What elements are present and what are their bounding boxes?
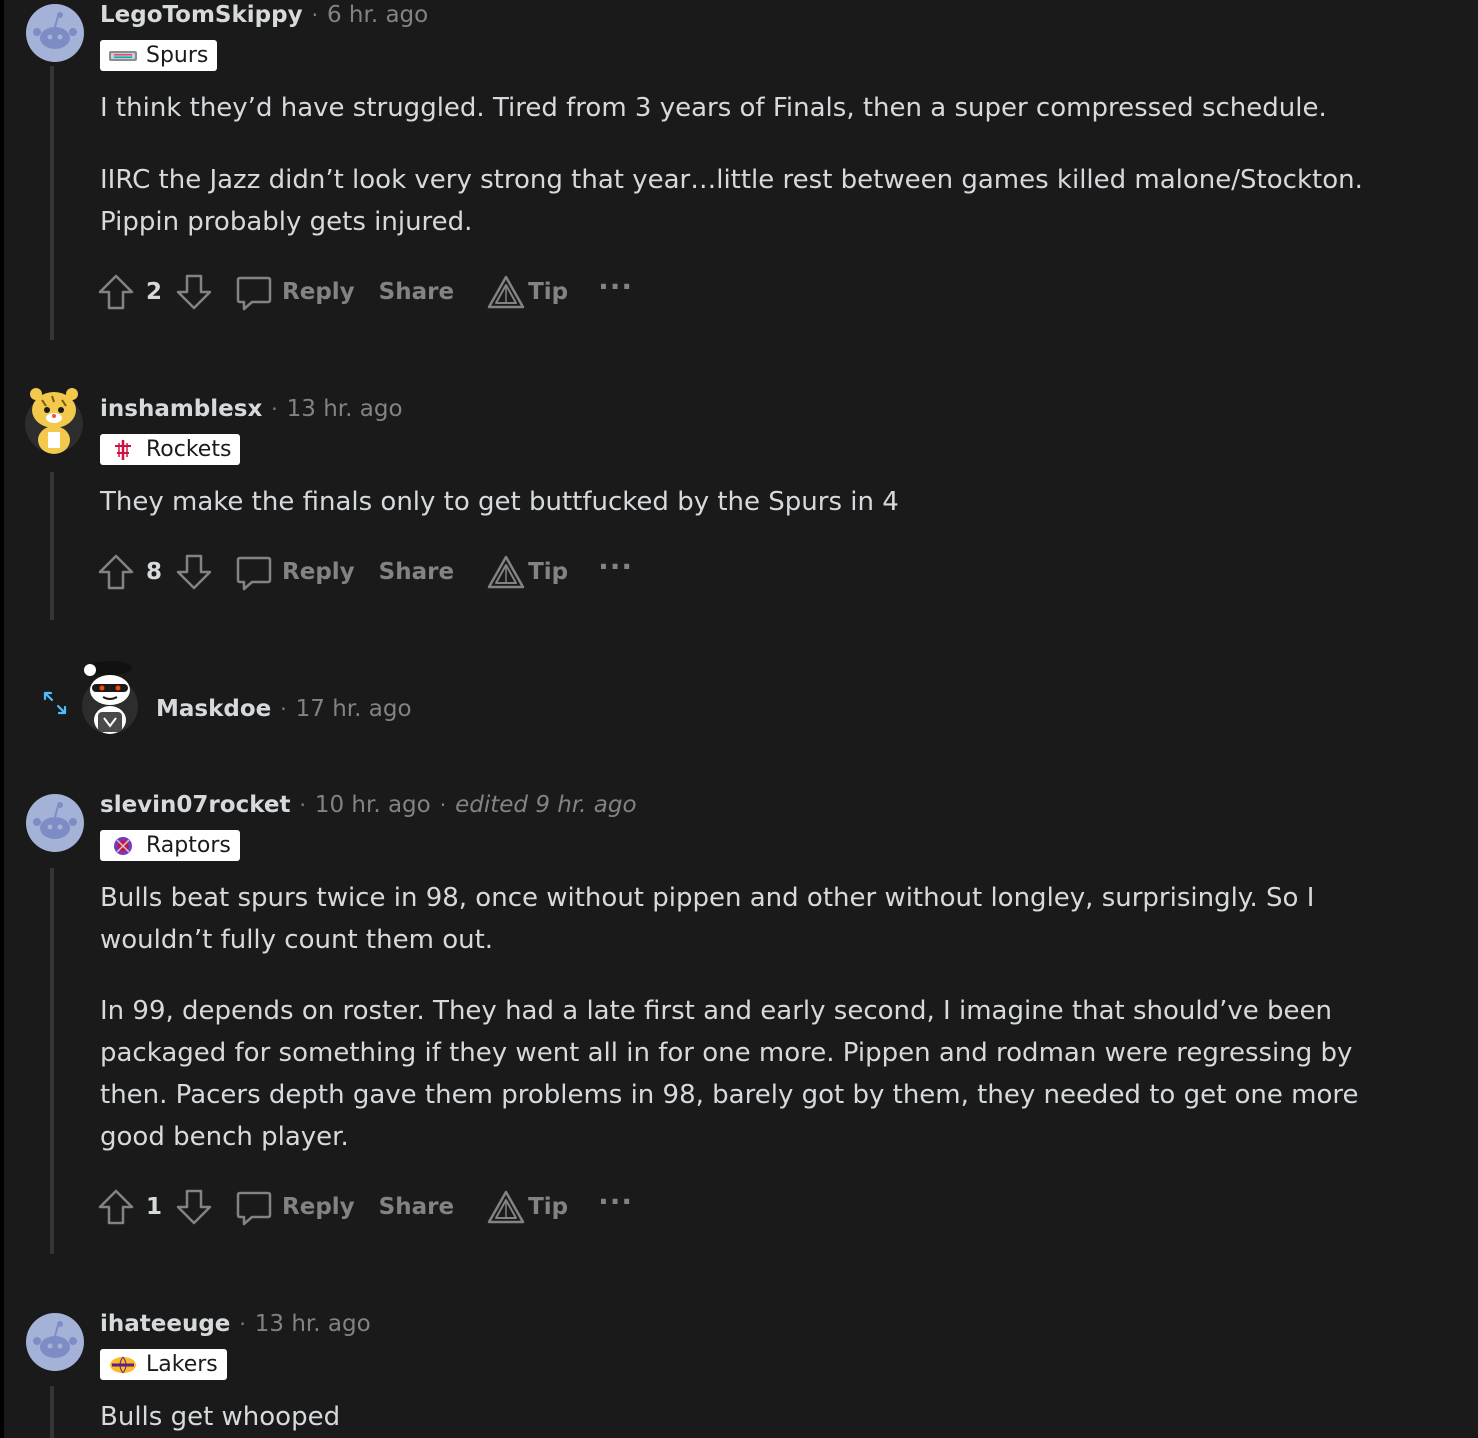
spurs-logo-icon	[109, 46, 137, 66]
user-flair: Lakers	[100, 1349, 227, 1380]
comment-body: Bulls get whooped	[100, 1396, 1400, 1438]
tip-button[interactable]: Tip	[486, 1187, 568, 1227]
vote-score: 2	[146, 279, 163, 305]
tip-label: Tip	[528, 279, 569, 305]
separator-dot: ·	[271, 397, 278, 421]
separator-dot: ·	[299, 793, 306, 817]
comment-timestamp[interactable]: 6 hr. ago	[327, 2, 428, 28]
reply-button[interactable]: Reply	[234, 552, 355, 592]
user-flair: Rockets	[100, 434, 241, 465]
thread-line[interactable]	[50, 472, 54, 620]
separator-dot: ·	[239, 1312, 246, 1336]
tip-button[interactable]: Tip	[486, 552, 568, 592]
author-name[interactable]: Maskdoe	[156, 696, 271, 722]
comment-body: I think they’d have struggled. Tired fro…	[100, 87, 1400, 243]
vote-score: 8	[146, 559, 163, 585]
snoo-default-avatar-icon[interactable]	[26, 794, 84, 852]
downvote-icon[interactable]	[174, 1187, 214, 1227]
comments-panel: LegoTomSkippy · 6 hr. ago Spurs I think …	[4, 0, 1478, 1438]
comment-paragraph: IIRC the Jazz didn’t look very strong th…	[100, 165, 1363, 237]
thread-line[interactable]	[50, 66, 54, 340]
comment-meta: Maskdoe · 17 hr. ago	[156, 694, 412, 724]
reply-label: Reply	[282, 559, 355, 585]
snoo-tiger-avatar-icon[interactable]	[22, 380, 86, 456]
downvote-icon[interactable]	[174, 552, 214, 592]
snoo-default-avatar-icon[interactable]	[26, 4, 84, 62]
reply-button[interactable]: Reply	[234, 272, 355, 312]
flair-text: Rockets	[146, 437, 232, 462]
comment-meta: slevin07rocket · 10 hr. ago · edited 9 h…	[100, 790, 637, 820]
comment-body: They make the finals only to get buttfuc…	[100, 481, 1400, 523]
user-flair: Spurs	[100, 40, 218, 71]
tip-triangle-icon	[487, 555, 525, 589]
tip-triangle-icon	[487, 275, 525, 309]
snoo-masked-avatar-icon[interactable]	[80, 660, 140, 736]
comment-actions: 1 Reply Share Tip ···	[96, 1185, 633, 1229]
comment-timestamp[interactable]: 10 hr. ago	[315, 792, 431, 818]
separator-dot: ·	[280, 697, 287, 721]
tip-button[interactable]: Tip	[486, 272, 568, 312]
comment-paragraph: Bulls get whooped	[100, 1402, 341, 1432]
share-label: Share	[378, 559, 455, 585]
tip-label: Tip	[528, 559, 569, 585]
flair-text: Raptors	[146, 833, 231, 858]
comment-meta: LegoTomSkippy · 6 hr. ago	[100, 0, 428, 30]
reply-label: Reply	[282, 1194, 355, 1220]
comment-bubble-icon	[236, 1191, 272, 1226]
author-name[interactable]: ihateeuge	[100, 1311, 230, 1337]
snoo-default-avatar-icon[interactable]	[26, 1313, 84, 1371]
share-label: Share	[378, 1194, 455, 1220]
upvote-icon[interactable]	[96, 1187, 136, 1227]
downvote-icon[interactable]	[174, 272, 214, 312]
more-options-button[interactable]: ···	[598, 1185, 633, 1218]
edited-timestamp: edited 9 hr. ago	[455, 792, 637, 818]
comment-paragraph: Bulls beat spurs twice in 98, once witho…	[100, 883, 1315, 955]
reply-label: Reply	[282, 279, 355, 305]
share-label: Share	[378, 279, 455, 305]
lakers-logo-icon	[109, 1355, 137, 1375]
thread-line[interactable]	[50, 1386, 54, 1438]
comment-timestamp[interactable]: 17 hr. ago	[296, 696, 412, 722]
rockets-logo-icon	[109, 439, 137, 460]
comment-actions: 2 Reply Share Tip ···	[96, 270, 633, 314]
comment-actions: 8 Reply Share Tip ···	[96, 550, 633, 594]
flair-text: Lakers	[146, 1352, 218, 1377]
separator-dot: ·	[311, 3, 318, 27]
comment-timestamp[interactable]: 13 hr. ago	[287, 396, 403, 422]
author-name[interactable]: LegoTomSkippy	[100, 2, 303, 28]
raptors-logo-icon	[109, 836, 137, 856]
tip-label: Tip	[528, 1194, 569, 1220]
comment-timestamp[interactable]: 13 hr. ago	[255, 1311, 371, 1337]
thread-line[interactable]	[50, 868, 54, 1254]
upvote-icon[interactable]	[96, 552, 136, 592]
comment-body: Bulls beat spurs twice in 98, once witho…	[100, 877, 1400, 1158]
more-options-button[interactable]: ···	[598, 550, 633, 583]
separator-dot: ·	[439, 793, 447, 817]
reply-button[interactable]: Reply	[234, 1187, 355, 1227]
vote-score: 1	[146, 1194, 163, 1220]
user-flair: Raptors	[100, 830, 240, 861]
comment-bubble-icon	[236, 276, 272, 311]
more-options-button[interactable]: ···	[598, 270, 633, 303]
author-name[interactable]: slevin07rocket	[100, 792, 290, 818]
share-button[interactable]: Share	[379, 1194, 454, 1220]
tip-triangle-icon	[487, 1190, 525, 1224]
comment-paragraph: They make the finals only to get buttfuc…	[100, 487, 899, 517]
comment-paragraph: I think they’d have struggled. Tired fro…	[100, 93, 1327, 123]
comment-meta: ihateeuge · 13 hr. ago	[100, 1309, 371, 1339]
comment-meta: inshamblesx · 13 hr. ago	[100, 394, 403, 424]
share-button[interactable]: Share	[379, 559, 454, 585]
upvote-icon[interactable]	[96, 272, 136, 312]
comment-paragraph: In 99, depends on roster. They had a lat…	[100, 996, 1359, 1152]
flair-text: Spurs	[146, 43, 209, 68]
comment-bubble-icon	[236, 556, 272, 591]
author-name[interactable]: inshamblesx	[100, 396, 262, 422]
expand-icon[interactable]	[42, 690, 68, 716]
share-button[interactable]: Share	[379, 279, 454, 305]
